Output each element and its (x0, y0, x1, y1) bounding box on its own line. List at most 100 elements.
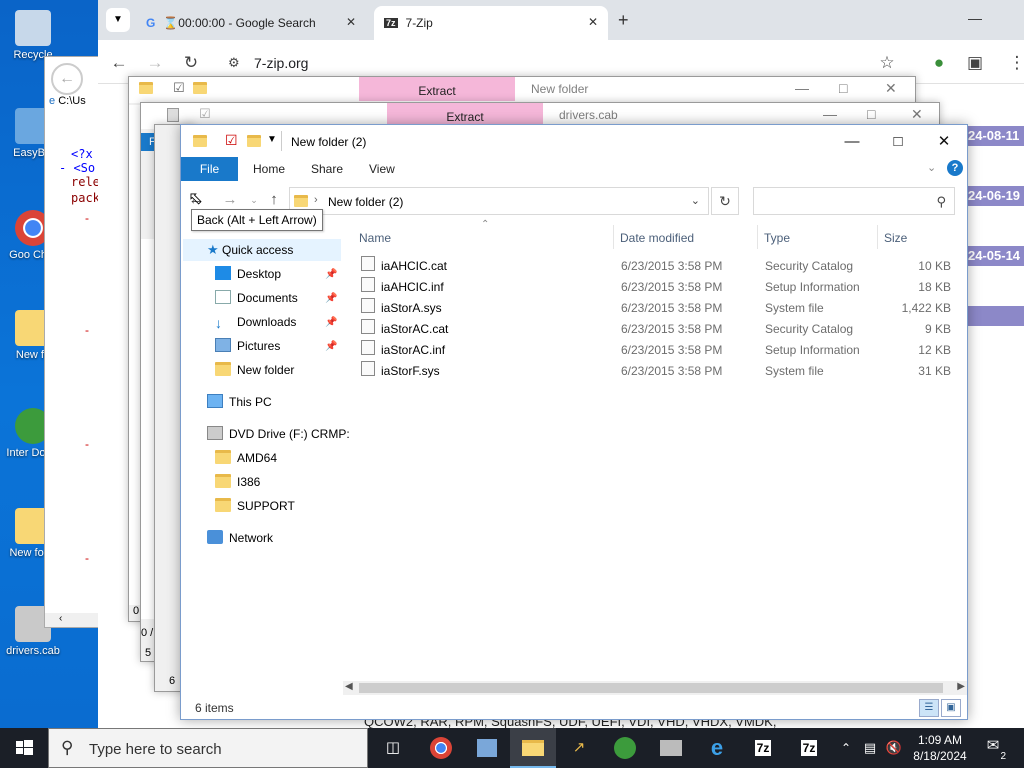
up-arrow-icon[interactable]: ↑ (265, 191, 283, 209)
pin-icon[interactable]: 📌 (325, 269, 337, 280)
new-folder-icon[interactable] (247, 135, 261, 147)
forward-arrow-icon[interactable]: → (221, 191, 239, 209)
nav-network[interactable]: Network (207, 527, 273, 549)
minimize-button[interactable]: — (829, 129, 875, 155)
nav-amd64[interactable]: AMD64 (215, 447, 277, 469)
scroll-right-icon[interactable]: ▶ (957, 681, 965, 692)
close-icon[interactable]: ✕ (885, 80, 897, 97)
pin-icon[interactable]: 📌 (325, 341, 337, 352)
chevron-up-icon[interactable]: ⌃ (834, 728, 858, 768)
help-icon[interactable]: ? (947, 160, 963, 176)
column-divider[interactable] (757, 225, 758, 249)
tab-search-button[interactable]: ▼ (106, 8, 130, 32)
close-icon[interactable]: ✕ (911, 106, 923, 123)
tab-google-search[interactable]: G ⌛00:00:00 - Google Search ✕ (136, 6, 366, 40)
tab-share[interactable]: Share (297, 157, 357, 181)
chevron-right-icon[interactable]: › (314, 194, 318, 206)
nav-desktop[interactable]: Desktop (215, 263, 281, 285)
file-row[interactable]: iaStorAC.inf 6/23/2015 3:58 PM Setup Infor… (357, 340, 957, 361)
nav-new-folder[interactable]: New folder (215, 359, 294, 381)
printer-app-icon[interactable] (648, 728, 694, 768)
file-row[interactable]: iaStorF.sys 6/23/2015 3:58 PM System file 3… (357, 361, 957, 382)
bookmark-star-icon[interactable]: ☆ (876, 52, 898, 74)
customize-qat-icon[interactable]: ▼ (267, 134, 277, 145)
horizontal-scrollbar[interactable]: ◀ ▶ (343, 681, 967, 695)
recent-locations-icon[interactable]: ⌄ (245, 191, 263, 209)
collapse-marker[interactable]: - (85, 437, 89, 451)
minimize-icon[interactable]: — (968, 10, 982, 26)
file-row[interactable]: iaStorAC.cat 6/23/2015 3:58 PM Security Ca… (357, 319, 957, 340)
taskbar-search[interactable]: ⚲ Type here to search (48, 728, 368, 768)
nav-quick-access[interactable]: ★ Quick access (183, 239, 341, 261)
close-button[interactable]: ✕ (921, 129, 967, 155)
close-icon[interactable]: ✕ (346, 15, 356, 29)
extensions-puzzle-icon[interactable]: ▣ (964, 52, 986, 74)
notification-center-icon[interactable]: ✉ 2 (980, 736, 1006, 762)
new-tab-button[interactable]: + (618, 10, 629, 31)
nav-downloads[interactable]: ↓ Downloads (215, 311, 296, 333)
column-name[interactable]: Name (359, 231, 391, 245)
cursor-app-icon[interactable]: ↗ (556, 728, 602, 768)
nav-support[interactable]: SUPPORT (215, 495, 295, 517)
reload-icon[interactable]: ↻ (180, 52, 202, 74)
tab-7zip[interactable]: 7z 7-Zip ✕ (374, 6, 608, 40)
back-arrow-icon[interactable]: ← (108, 52, 130, 74)
search-input[interactable]: ⚲ (753, 187, 955, 215)
collapse-marker[interactable]: - (85, 323, 89, 337)
chevron-down-icon[interactable]: ⌄ (691, 194, 700, 207)
breadcrumb[interactable]: New folder (2) (328, 195, 403, 209)
collapse-marker[interactable]: - (85, 551, 89, 565)
details-view-button[interactable]: ☰ (919, 699, 939, 717)
internet-download-manager-icon[interactable] (602, 728, 648, 768)
menu-kebab-icon[interactable]: ⋮ (1006, 52, 1024, 74)
file-row[interactable]: iaAHCIC.inf 6/23/2015 3:58 PM Setup Inform… (357, 277, 957, 298)
site-info-icon[interactable]: ⚙ (228, 48, 240, 78)
system-clock[interactable]: 1:09 AM 8/18/2024 (908, 732, 972, 764)
network-app-icon[interactable] (464, 728, 510, 768)
tab-home[interactable]: Home (239, 157, 299, 181)
column-date-modified[interactable]: Date modified (620, 231, 694, 245)
volume-muted-icon[interactable]: 🔇 (882, 728, 906, 768)
collapse-marker[interactable]: - (85, 211, 89, 225)
column-size[interactable]: Size (884, 231, 907, 245)
start-button[interactable] (0, 728, 48, 768)
file-explorer-icon[interactable] (510, 728, 556, 768)
nav-documents[interactable]: Documents (215, 287, 298, 309)
tab-file[interactable]: File (181, 157, 238, 181)
minimize-icon[interactable]: — (823, 106, 837, 122)
scroll-thumb[interactable] (359, 683, 943, 693)
pin-icon[interactable]: 📌 (325, 293, 337, 304)
task-view-icon[interactable]: ◫ (370, 728, 416, 768)
7zip-icon[interactable]: 7z (740, 728, 786, 768)
forward-arrow-icon[interactable]: → (144, 52, 166, 74)
large-icons-view-button[interactable]: ▣ (941, 699, 961, 717)
file-row[interactable]: iaAHCIC.cat 6/23/2015 3:58 PM Security Cat… (357, 256, 957, 277)
nav-this-pc[interactable]: This PC (207, 391, 272, 413)
network-status-icon[interactable]: ▤ (858, 728, 882, 768)
chevron-down-icon[interactable]: ⌄ (927, 161, 936, 174)
pin-icon[interactable]: 📌 (325, 317, 337, 328)
url-bar[interactable]: ⚙ 7-zip.org (216, 48, 916, 78)
properties-check-icon[interactable]: ☑ (225, 132, 238, 149)
refresh-button[interactable]: ↻ (711, 187, 739, 215)
extension-globe-icon[interactable]: ● (928, 52, 950, 74)
extract-tab[interactable]: Extract (359, 77, 515, 101)
chrome-icon[interactable] (418, 728, 464, 768)
address-bar[interactable]: › New folder (2) ⌄ (289, 187, 709, 215)
maximize-button[interactable]: □ (875, 129, 921, 155)
column-divider[interactable] (877, 225, 878, 249)
desktop-icon-recycle-bin[interactable]: Recycle (2, 10, 64, 62)
column-divider[interactable] (613, 225, 614, 249)
maximize-icon[interactable]: □ (839, 80, 847, 96)
edge-icon[interactable]: e (694, 728, 740, 768)
scroll-left-icon[interactable]: ◀ (345, 681, 353, 692)
nav-dvd-drive[interactable]: DVD Drive (F:) CRMP: (207, 423, 350, 445)
back-arrow-icon[interactable]: ← (51, 63, 83, 95)
7zip-icon[interactable]: 7z (786, 728, 832, 768)
file-row[interactable]: iaStorA.sys 6/23/2015 3:58 PM System file 1… (357, 298, 957, 319)
nav-pictures[interactable]: Pictures (215, 335, 280, 357)
column-type[interactable]: Type (764, 231, 790, 245)
maximize-icon[interactable]: □ (867, 106, 875, 122)
close-icon[interactable]: ✕ (588, 15, 598, 29)
nav-i386[interactable]: I386 (215, 471, 260, 493)
